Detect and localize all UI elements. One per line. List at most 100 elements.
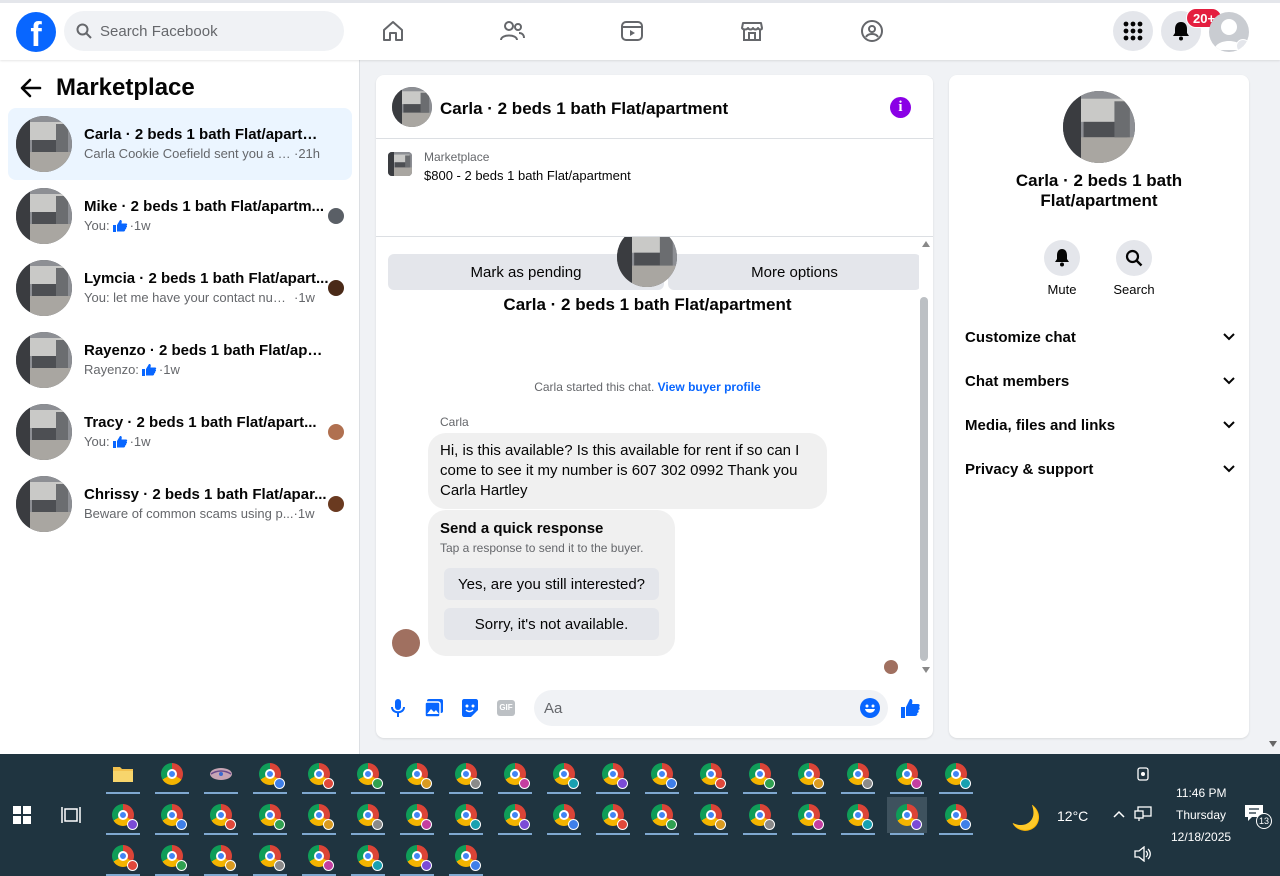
info-icon[interactable]: i (890, 97, 911, 118)
chrome-window-button[interactable] (691, 756, 731, 794)
clock-time[interactable]: 11:46 PM (1176, 786, 1226, 800)
chrome-window-button[interactable] (299, 838, 339, 876)
listing-photo[interactable] (388, 152, 412, 176)
chrome-window-button[interactable] (397, 838, 437, 876)
show-hidden-icons-icon[interactable] (1113, 810, 1125, 818)
chrome-window-button[interactable] (642, 797, 682, 835)
chrome-window-button[interactable] (299, 756, 339, 794)
chrome-window-button[interactable] (593, 797, 633, 835)
chat-title[interactable]: Carla · 2 beds 1 bath Flat/apartment (440, 99, 728, 119)
conversation-item[interactable]: Lymcia · 2 beds 1 bath Flat/apart... You:… (8, 252, 352, 324)
thumbs-up-send-icon[interactable] (899, 697, 921, 719)
account-avatar[interactable] (1209, 12, 1249, 52)
groups-icon[interactable] (859, 18, 885, 44)
search-placeholder[interactable]: Search Facebook (100, 23, 218, 40)
scroll-up-arrow-icon[interactable] (922, 241, 930, 247)
customize-chat-section[interactable]: Customize chat (965, 323, 1235, 351)
friends-icon[interactable] (499, 18, 525, 44)
search-box[interactable]: Search Facebook (64, 11, 344, 51)
conversation-item[interactable]: Carla · 2 beds 1 bath Flat/apartment Carl… (8, 108, 352, 180)
chrome-window-button[interactable] (789, 797, 829, 835)
chrome-window-button[interactable] (887, 797, 927, 835)
chrome-window-button[interactable] (936, 797, 976, 835)
sender-avatar[interactable] (392, 629, 420, 657)
facebook-logo[interactable]: f (16, 12, 56, 52)
network-icon[interactable] (1134, 806, 1152, 822)
search-in-chat-button[interactable]: Search (1104, 240, 1164, 297)
view-buyer-profile-link[interactable]: View buyer profile (658, 380, 761, 394)
chrome-window-button[interactable] (397, 756, 437, 794)
chrome-window-button[interactable] (593, 756, 633, 794)
sticker-icon[interactable] (459, 697, 481, 719)
chrome-window-button[interactable] (691, 797, 731, 835)
chrome-window-button[interactable] (936, 756, 976, 794)
chrome-window-button[interactable] (201, 797, 241, 835)
chrome-window-button[interactable] (250, 756, 290, 794)
volume-icon[interactable] (1134, 846, 1152, 862)
start-button[interactable] (2, 797, 42, 833)
microphone-icon[interactable] (387, 697, 409, 719)
conversation-item[interactable]: Mike · 2 beds 1 bath Flat/apartm... You: … (8, 180, 352, 252)
conversation-item[interactable]: Rayenzo · 2 beds 1 bath Flat/apart... Ray… (8, 324, 352, 396)
chrome-window-button[interactable] (446, 756, 486, 794)
chrome-window-button[interactable] (250, 838, 290, 876)
chrome-window-button[interactable] (838, 797, 878, 835)
quick-reply-interested-button[interactable]: Yes, are you still interested? (444, 568, 659, 600)
file-explorer-button[interactable] (103, 756, 143, 794)
marketplace-icon[interactable] (739, 18, 765, 44)
chrome-window-button[interactable] (838, 756, 878, 794)
chrome-window-button[interactable] (348, 797, 388, 835)
chrome-window-button[interactable] (544, 797, 584, 835)
home-icon[interactable] (380, 18, 406, 44)
emoji-icon[interactable] (859, 697, 881, 719)
page-scrollbar[interactable] (1265, 60, 1280, 754)
chrome-window-button[interactable] (348, 838, 388, 876)
back-arrow-icon[interactable] (20, 78, 42, 98)
chrome-window-button[interactable] (201, 838, 241, 876)
listing-thumbnail[interactable] (392, 87, 432, 127)
chrome-window-button[interactable] (446, 838, 486, 876)
chrome-window-button[interactable] (103, 838, 143, 876)
chrome-window-button[interactable] (446, 797, 486, 835)
chrome-window-button[interactable] (740, 797, 780, 835)
conversation-item[interactable]: Tracy · 2 beds 1 bath Flat/apart... You: … (8, 396, 352, 468)
chrome-window-button[interactable] (642, 756, 682, 794)
clock-date[interactable]: 12/18/2025 (1171, 830, 1231, 844)
chrome-window-button[interactable] (152, 838, 192, 876)
chrome-window-button[interactable] (397, 797, 437, 835)
weather-temperature[interactable]: 12°C (1057, 808, 1088, 824)
mute-button[interactable]: Mute (1032, 240, 1092, 297)
chrome-window-button[interactable] (348, 756, 388, 794)
chrome-window-button[interactable] (740, 756, 780, 794)
chrome-window-button[interactable] (544, 756, 584, 794)
quick-reply-not-available-button[interactable]: Sorry, it's not available. (444, 608, 659, 640)
details-listing-photo[interactable] (1063, 91, 1135, 163)
video-icon[interactable] (619, 18, 645, 44)
scroll-down-arrow-icon[interactable] (1269, 741, 1277, 747)
chrome-window-button[interactable] (299, 797, 339, 835)
chrome-window-button[interactable] (887, 756, 927, 794)
notification-center-button[interactable]: 13 (1244, 804, 1274, 832)
chrome-window-button[interactable] (152, 797, 192, 835)
photo-icon[interactable] (423, 697, 445, 719)
moon-weather-icon[interactable]: 🌙 (1011, 804, 1041, 833)
details-title[interactable]: Carla · 2 beds 1 bath Flat/apartment (989, 171, 1209, 211)
message-input[interactable] (534, 690, 888, 726)
conversation-item[interactable]: Chrissy · 2 beds 1 bath Flat/apar... Bewa… (8, 468, 352, 540)
task-view-button[interactable] (51, 797, 91, 833)
scroll-down-arrow-icon[interactable] (922, 667, 930, 673)
thread-scroll-thumb[interactable] (920, 297, 928, 661)
chrome-window-button[interactable] (250, 797, 290, 835)
gif-icon[interactable]: GIF (495, 697, 517, 719)
chat-members-section[interactable]: Chat members (965, 367, 1235, 395)
chrome-window-button[interactable] (103, 797, 143, 835)
chrome-window-button[interactable] (495, 756, 535, 794)
chrome-window-button[interactable] (789, 756, 829, 794)
snipping-tool-button[interactable] (201, 756, 241, 794)
meet-now-icon[interactable] (1136, 767, 1150, 781)
media-files-links-section[interactable]: Media, files and links (965, 411, 1235, 439)
message-bubble[interactable]: Hi, is this available? Is this available… (428, 433, 827, 509)
menu-grid-button[interactable] (1113, 11, 1153, 51)
clock-day[interactable]: Thursday (1176, 808, 1226, 822)
listing-name[interactable]: $800 - 2 beds 1 bath Flat/apartment (424, 168, 631, 183)
